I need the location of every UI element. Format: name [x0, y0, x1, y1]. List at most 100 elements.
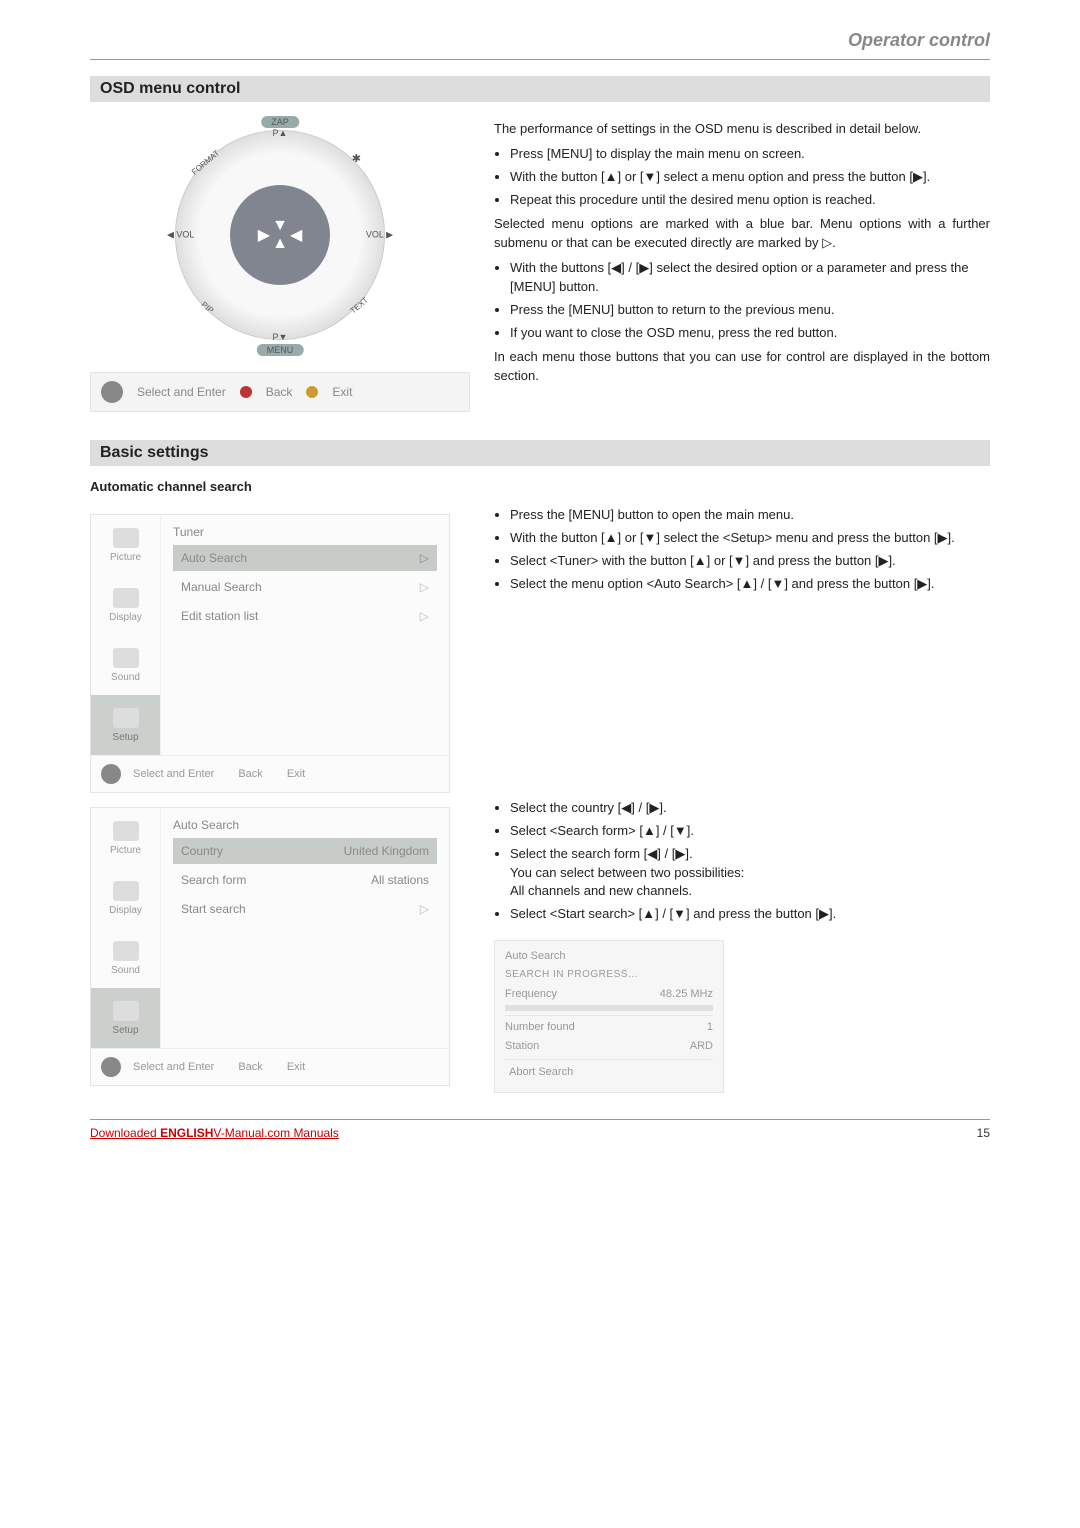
bullet-line: You can select between two possibilities… [510, 865, 744, 880]
osd-panel-title: Tuner [173, 525, 437, 539]
osd-footer: Select and Enter Back Exit [91, 1048, 449, 1085]
remote-dpad: ▲ ▼ ◀ ▶ [230, 185, 330, 285]
abort-search-row[interactable]: Abort Search [505, 1064, 713, 1081]
back-label: Back [238, 1061, 262, 1073]
automatic-search-subhead: Automatic channel search [90, 479, 990, 494]
osd-left: ZAP P▲ ◀ VOL VOL ▶ FORMAT ✱ PIP TEXT ▲ ▼… [90, 114, 470, 412]
nav-icon [101, 381, 123, 403]
search-progress-panel: Auto Search SEARCH IN PROGRESS… Frequenc… [494, 940, 724, 1093]
footer-left: Downloaded ENGLISHV-Manual.com Manuals [90, 1126, 339, 1140]
row-label: Search form [181, 873, 246, 887]
basic-list-1: Press the [MENU] button to open the main… [494, 506, 990, 593]
section-osd-title: OSD menu control [90, 76, 990, 102]
basic-bullet: Select the country [◀] / [▶]. [510, 799, 990, 818]
basic-bullet: Select the menu option <Auto Search> [▲]… [510, 575, 990, 594]
osd-footer: Select and Enter Back Exit [91, 755, 449, 792]
row-label: Country [181, 844, 223, 858]
menu-a-wrap: Picture Display Sound Setup Tuner Auto S… [90, 500, 470, 793]
basic-bullet: Press the [MENU] button to open the main… [510, 506, 990, 525]
basic-row-1: Picture Display Sound Setup Tuner Auto S… [90, 500, 990, 793]
osd-bullet: Press [MENU] to display the main menu on… [510, 145, 990, 164]
tab-display[interactable]: Display [91, 868, 161, 928]
tab-sound[interactable]: Sound [91, 635, 161, 695]
chevron-right-icon: ▷ [420, 551, 429, 565]
tab-label: Sound [111, 965, 140, 976]
osd-body: Picture Display Sound Setup Tuner Auto S… [91, 515, 449, 755]
osd-menu-tuner: Picture Display Sound Setup Tuner Auto S… [90, 514, 450, 793]
yellow-dot-icon [306, 386, 318, 398]
abort-label: Abort Search [509, 1066, 573, 1078]
osd-body: Picture Display Sound Setup Auto Search … [91, 808, 449, 1048]
remote-footer-bar: Select and Enter Back Exit [90, 372, 470, 412]
found-value: 1 [707, 1020, 713, 1036]
osd-sidebar: Picture Display Sound Setup [91, 515, 161, 755]
station-value: ARD [690, 1039, 713, 1055]
tab-label: Picture [110, 845, 141, 856]
osd-menu-auto-search: Picture Display Sound Setup Auto Search … [90, 807, 450, 1086]
osd-row: ZAP P▲ ◀ VOL VOL ▶ FORMAT ✱ PIP TEXT ▲ ▼… [90, 114, 990, 412]
tab-label: Display [109, 612, 142, 623]
basic-row-2: Picture Display Sound Setup Auto Search … [90, 793, 990, 1093]
picture-icon [113, 821, 139, 841]
row-label: Auto Search [181, 551, 247, 565]
page-header: Operator control [90, 30, 990, 51]
display-icon [113, 881, 139, 901]
osd-sidebar: Picture Display Sound Setup [91, 808, 161, 1048]
tab-display[interactable]: Display [91, 575, 161, 635]
menu-row-start-search[interactable]: Start search▷ [173, 896, 437, 922]
arrow-up-icon: ▲ [272, 235, 288, 253]
osd-bullet: With the buttons [◀] / [▶] select the de… [510, 259, 990, 297]
downloaded-link[interactable]: Downloaded ENGLISHV-Manual.com Manuals [90, 1126, 339, 1140]
remote: ZAP P▲ ◀ VOL VOL ▶ FORMAT ✱ PIP TEXT ▲ ▼… [175, 130, 385, 340]
sound-icon [113, 941, 139, 961]
progress-found-row: Number found1 [505, 1020, 713, 1036]
basic-bullet: Select <Search form> [▲] / [▼]. [510, 822, 990, 841]
bullet-line: All channels and new channels. [510, 883, 692, 898]
tab-setup[interactable]: Setup [91, 695, 161, 755]
setup-icon [113, 1001, 139, 1021]
menu-row-manual-search[interactable]: Manual Search▷ [173, 574, 437, 600]
osd-intro: The performance of settings in the OSD m… [494, 120, 990, 139]
basic-list-2: Select the country [◀] / [▶]. Select <Se… [494, 799, 990, 924]
progress-title: Auto Search [505, 949, 713, 965]
vol-right-label: VOL ▶ [366, 230, 393, 241]
osd-right: The performance of settings in the OSD m… [494, 114, 990, 412]
tab-picture[interactable]: Picture [91, 515, 161, 575]
tab-label: Setup [112, 732, 138, 743]
progress-subtitle: SEARCH IN PROGRESS… [505, 968, 713, 983]
tab-sound[interactable]: Sound [91, 928, 161, 988]
tab-label: Picture [110, 552, 141, 563]
basic-bullet: Select the search form [◀] / [▶]. You ca… [510, 845, 990, 902]
mute-icon: ✱ [352, 152, 361, 165]
menu-row-country[interactable]: Country United Kingdom [173, 838, 437, 864]
row-value: United Kingdom [344, 844, 429, 858]
section-basic-title: Basic settings [90, 440, 990, 466]
select-enter-label: Select and Enter [133, 1061, 214, 1073]
freq-label: Frequency [505, 987, 557, 1003]
osd-main: Tuner Auto Search ▷ Manual Search▷ Edit s… [161, 515, 449, 755]
tab-picture[interactable]: Picture [91, 808, 161, 868]
picture-icon [113, 528, 139, 548]
osd-bullet: Repeat this procedure until the desired … [510, 191, 990, 210]
menu-row-search-form[interactable]: Search formAll stations [173, 867, 437, 893]
row-label: Manual Search [181, 580, 262, 594]
station-label: Station [505, 1039, 539, 1055]
osd-panel-title: Auto Search [173, 818, 437, 832]
tab-setup[interactable]: Setup [91, 988, 161, 1048]
bullet-line: Select the search form [◀] / [▶]. [510, 846, 693, 861]
progress-bar [505, 1005, 713, 1011]
osd-list-2: With the buttons [◀] / [▶] select the de… [494, 259, 990, 342]
nav-icon [101, 1057, 121, 1077]
menu-row-edit-station[interactable]: Edit station list▷ [173, 603, 437, 629]
menu-row-auto-search[interactable]: Auto Search ▷ [173, 545, 437, 571]
arrow-down-icon: ▼ [272, 217, 288, 235]
tab-label: Setup [112, 1025, 138, 1036]
progress-station-row: Station ARD [505, 1039, 713, 1055]
freq-value: 48.25 MHz [660, 987, 713, 1003]
tab-label: Display [109, 905, 142, 916]
sound-icon [113, 648, 139, 668]
basic-right-1: Press the [MENU] button to open the main… [494, 500, 990, 793]
select-enter-label: Select and Enter [133, 768, 214, 780]
p-down-label: P▼ [273, 332, 288, 342]
arrow-left-icon: ◀ [290, 225, 302, 245]
